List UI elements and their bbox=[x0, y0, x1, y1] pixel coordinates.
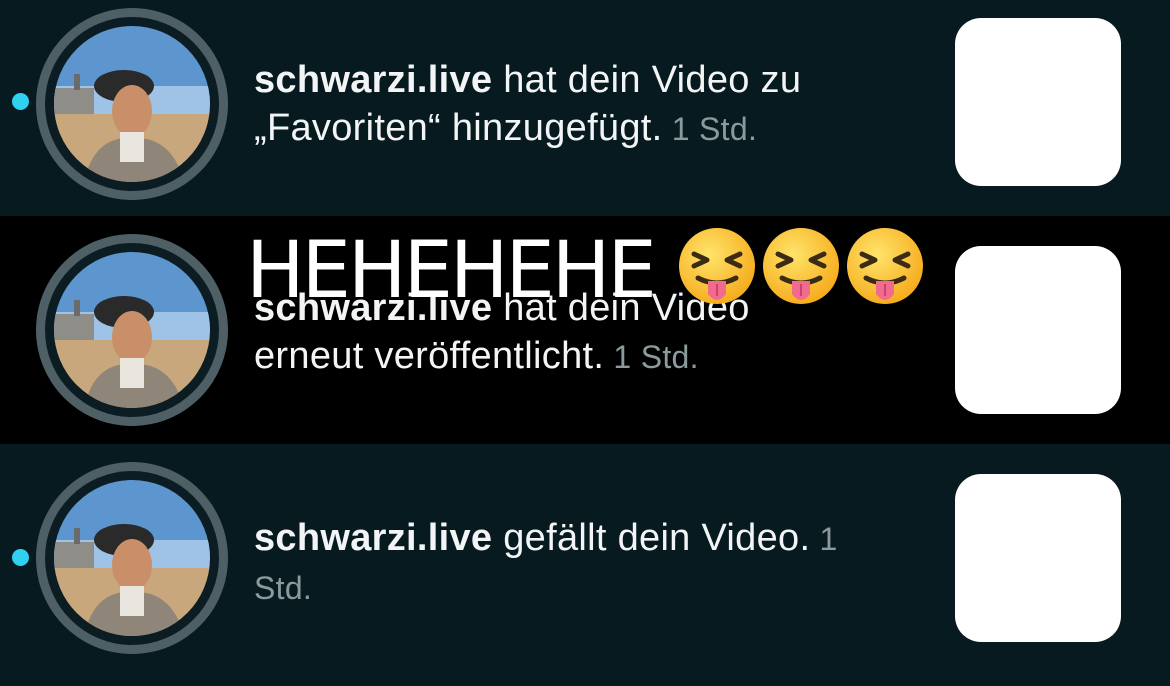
username[interactable]: schwarzi.live bbox=[254, 517, 492, 559]
overlay-caption: HEHEHEHE bbox=[246, 226, 657, 316]
notification-row-3[interactable]: schwarzi.live gefällt dein Video. 1 Std. bbox=[0, 444, 1170, 686]
username[interactable]: schwarzi.live bbox=[254, 59, 492, 101]
message-text: gefällt dein Video. bbox=[492, 517, 811, 559]
unread-dot bbox=[12, 549, 29, 566]
avatar[interactable] bbox=[36, 8, 228, 200]
unread-dot bbox=[12, 93, 29, 110]
message-text: „Favoriten“ hinzugefügt. bbox=[254, 107, 663, 149]
notification-row-1[interactable]: schwarzi.live hat dein Video zu „Favorit… bbox=[0, 0, 1170, 216]
video-thumbnail[interactable] bbox=[955, 18, 1121, 186]
squinting-face-with-tongue-icon bbox=[760, 226, 842, 308]
timestamp: 1 Std. bbox=[604, 339, 699, 375]
notification-text: schwarzi.live gefällt dein Video. 1 Std. bbox=[254, 514, 904, 612]
timestamp: Std. bbox=[254, 570, 313, 606]
avatar[interactable] bbox=[36, 234, 228, 426]
message-text: erneut veröffentlicht. bbox=[254, 335, 605, 377]
video-thumbnail[interactable] bbox=[955, 246, 1121, 414]
squinting-face-with-tongue-icon bbox=[844, 226, 926, 308]
timestamp: 1 bbox=[810, 521, 838, 557]
video-thumbnail[interactable] bbox=[955, 474, 1121, 642]
message-text: hat dein Video zu bbox=[492, 59, 802, 101]
avatar[interactable] bbox=[36, 462, 228, 654]
squinting-face-with-tongue-icon bbox=[676, 226, 758, 308]
timestamp: 1 Std. bbox=[662, 111, 758, 147]
notification-text: schwarzi.live hat dein Video zu „Favorit… bbox=[254, 56, 904, 153]
